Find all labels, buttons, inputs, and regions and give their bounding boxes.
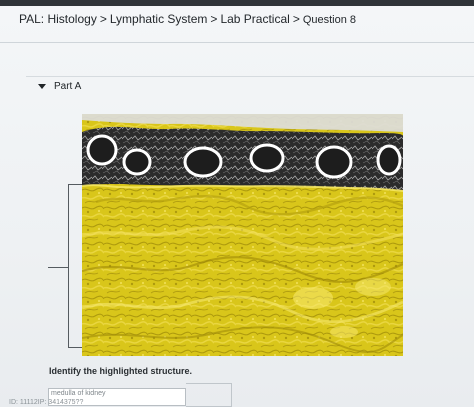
follicle (86, 134, 118, 166)
breadcrumb-separator: > (210, 12, 218, 26)
breadcrumb: PAL: Histology > Lymphatic System > Lab Prac… (19, 12, 356, 26)
follicle (376, 144, 402, 176)
breadcrumb-separator: > (99, 12, 107, 26)
sinus (330, 326, 358, 338)
breadcrumb-item-question: Question 8 (302, 14, 357, 26)
breadcrumb-item-topic[interactable]: Lymphatic System (110, 12, 208, 26)
breadcrumb-item-course[interactable]: PAL: Histology (19, 12, 97, 26)
histology-micrograph (82, 114, 403, 356)
sinus (355, 278, 391, 296)
bracket-pointer (48, 267, 68, 268)
top-strip (0, 0, 474, 6)
bracket-top (68, 184, 82, 185)
id-readout: ID: 11112IP: 3414375?? (9, 399, 84, 406)
header-divider (0, 42, 474, 43)
follicle (315, 145, 353, 179)
answer-selected-value: medulla of kidney (51, 390, 106, 397)
caret-down-icon (38, 84, 46, 89)
sinus (293, 287, 333, 309)
question-page: PAL: Histology > Lymphatic System > Lab Prac… (0, 0, 474, 407)
breadcrumb-separator: > (292, 12, 300, 26)
part-label: Part A (54, 81, 82, 92)
bracket-line (68, 184, 69, 347)
follicle (183, 146, 223, 178)
follicle (122, 148, 152, 176)
follicle (249, 143, 285, 173)
part-a-toggle[interactable]: Part A (38, 81, 81, 92)
bracket-bottom (68, 347, 82, 348)
micrograph-image (82, 114, 403, 356)
answer-side-box (186, 383, 232, 407)
breadcrumb-item-section[interactable]: Lab Practical (220, 12, 289, 26)
section-divider (26, 76, 474, 77)
question-prompt: Identify the highlighted structure. (49, 366, 193, 376)
